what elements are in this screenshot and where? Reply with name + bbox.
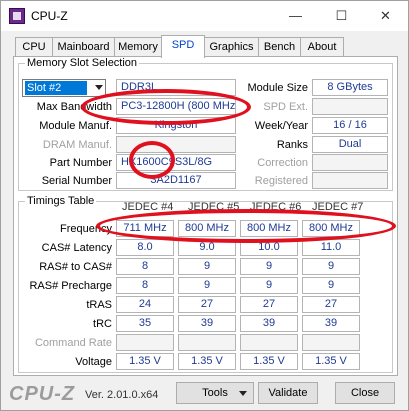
- timing-column-header: JEDEC #5: [188, 201, 240, 213]
- max-bandwidth-label: Max Bandwidth: [36, 101, 112, 113]
- timing-cell: [302, 334, 360, 351]
- timing-cell: 711 MHz: [116, 220, 174, 237]
- spd-panel: Memory Slot Selection Slot #2 DDR3L Max …: [13, 56, 398, 376]
- module-size-label: Module Size: [247, 82, 308, 94]
- timing-row-label: RAS# to CAS#: [39, 261, 112, 273]
- timing-cell: 9: [178, 258, 236, 275]
- version-text: Ver. 2.01.0.x64: [85, 389, 159, 401]
- maximize-button[interactable]: ☐: [319, 1, 364, 31]
- module-size-field: 8 GBytes: [312, 79, 388, 96]
- timing-cell: 800 MHz: [178, 220, 236, 237]
- tools-button[interactable]: Tools: [176, 382, 254, 404]
- timing-cell: 1.35 V: [302, 353, 360, 370]
- timing-row-label: Frequency: [60, 223, 112, 235]
- tab-spd[interactable]: SPD: [161, 35, 205, 58]
- serial-number-label: Serial Number: [41, 175, 112, 187]
- tab-about[interactable]: About: [300, 37, 344, 57]
- title-bar: CPU-Z — ☐ ✕: [1, 1, 408, 31]
- timing-row-label: Voltage: [75, 356, 112, 368]
- correction-label: Correction: [257, 157, 308, 169]
- timing-cell: 8: [116, 258, 174, 275]
- timing-cell: 8: [116, 277, 174, 294]
- ranks-field: Dual: [312, 136, 388, 153]
- dram-manuf-label: DRAM Manuf.: [42, 139, 112, 151]
- cpuz-logo: CPU-Z: [9, 383, 76, 405]
- slot-select[interactable]: Slot #2: [22, 79, 106, 97]
- timing-column-header: JEDEC #6: [250, 201, 302, 213]
- timing-column-header: JEDEC #4: [122, 201, 174, 213]
- timing-row-label: RAS# Precharge: [29, 280, 112, 292]
- timing-cell: 9: [178, 277, 236, 294]
- spd-ext-field: [312, 98, 388, 115]
- timing-cell: [116, 334, 174, 351]
- tools-button-label: Tools: [202, 387, 228, 399]
- timing-cell: 10.0: [240, 239, 298, 256]
- timing-cell: 27: [240, 296, 298, 313]
- close-button[interactable]: Close: [335, 382, 395, 404]
- timing-cell: 9.0: [178, 239, 236, 256]
- correction-field: [312, 154, 388, 171]
- chevron-down-icon: [95, 85, 103, 90]
- timing-cell: 39: [302, 315, 360, 332]
- footer-bar: CPU-Z Ver. 2.01.0.x64 Tools Validate Clo…: [1, 379, 408, 411]
- serial-number-field: 3A2D1167: [116, 172, 236, 189]
- module-manuf-label: Module Manuf.: [39, 120, 112, 132]
- max-bandwidth-field: PC3-12800H (800 MHz): [116, 98, 236, 115]
- timing-cell: 27: [178, 296, 236, 313]
- spd-ext-label: SPD Ext.: [263, 101, 308, 113]
- dram-manuf-field: [116, 136, 236, 153]
- timing-row-label: tRC: [93, 318, 112, 330]
- timing-cell: 24: [116, 296, 174, 313]
- timing-cell: [240, 334, 298, 351]
- tab-memory[interactable]: Memory: [114, 37, 162, 57]
- timing-cell: 9: [240, 277, 298, 294]
- cpuz-window: CPU-Z — ☐ ✕ CPU Mainboard Memory SPD Gra…: [0, 0, 409, 411]
- part-number-label: Part Number: [49, 157, 112, 169]
- timing-cell: 9: [240, 258, 298, 275]
- tab-bench[interactable]: Bench: [258, 37, 301, 57]
- timing-column-header: JEDEC #7: [312, 201, 364, 213]
- timing-row-label: CAS# Latency: [41, 242, 112, 254]
- memory-type-field: DDR3L: [116, 79, 236, 96]
- validate-button[interactable]: Validate: [258, 382, 318, 404]
- chevron-down-icon: [239, 391, 247, 396]
- timing-cell: 800 MHz: [302, 220, 360, 237]
- minimize-button[interactable]: —: [273, 1, 318, 31]
- timing-row-label: tRAS: [86, 299, 112, 311]
- timing-cell: 1.35 V: [178, 353, 236, 370]
- ranks-label: Ranks: [276, 139, 308, 151]
- timing-cell: 11.0: [302, 239, 360, 256]
- close-window-button[interactable]: ✕: [363, 1, 408, 31]
- timing-cell: 8.0: [116, 239, 174, 256]
- timing-cell: 39: [240, 315, 298, 332]
- timing-cell: 9: [302, 258, 360, 275]
- timing-cell: 1.35 V: [116, 353, 174, 370]
- timing-cell: 800 MHz: [240, 220, 298, 237]
- timing-cell: 9: [302, 277, 360, 294]
- module-manuf-field: Kingston: [116, 117, 236, 134]
- timing-cell: 39: [178, 315, 236, 332]
- window-title: CPU-Z: [31, 9, 68, 23]
- timing-cell: [178, 334, 236, 351]
- timing-cell: 35: [116, 315, 174, 332]
- slot-select-value: Slot #2: [25, 81, 87, 95]
- timing-cell: 1.35 V: [240, 353, 298, 370]
- memory-slot-group-title: Memory Slot Selection: [25, 57, 140, 69]
- registered-field: [312, 172, 388, 189]
- tab-cpu[interactable]: CPU: [15, 37, 53, 57]
- timing-row-label: Command Rate: [34, 337, 112, 349]
- tab-mainboard[interactable]: Mainboard: [52, 37, 115, 57]
- cpuz-app-icon: [9, 8, 25, 24]
- week-year-label: Week/Year: [254, 120, 308, 132]
- registered-label: Registered: [254, 175, 308, 187]
- timings-group-title: Timings Table: [25, 195, 97, 207]
- week-year-field: 16 / 16: [312, 117, 388, 134]
- timing-cell: 27: [302, 296, 360, 313]
- tab-graphics[interactable]: Graphics: [204, 37, 259, 57]
- part-number-field: HX1600C9S3L/8G: [116, 154, 236, 171]
